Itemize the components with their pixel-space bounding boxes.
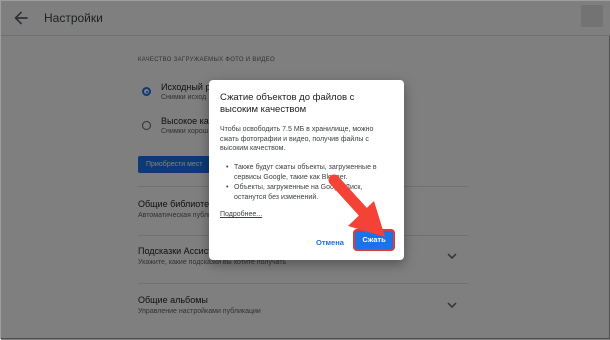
dialog-body: Чтобы освободить 7.5 МБ в хранилище, мож… xyxy=(220,126,374,152)
dialog-bullet: Объекты, загруженные на Google Диск, ост… xyxy=(226,183,391,202)
cancel-button[interactable]: Отмена xyxy=(316,238,344,247)
dialog-title: Сжатие объектов до файлов с высоким каче… xyxy=(220,92,355,115)
screenshot-frame: Настройки КАЧЕСТВО ЗАГРУЖАЕМЫХ ФОТО И ВИ… xyxy=(0,0,610,340)
compress-dialog: Сжатие объектов до файлов с высоким каче… xyxy=(209,80,404,260)
dialog-bullet: Также будут сжаты объекты, загруженные в… xyxy=(226,163,391,182)
compress-button[interactable]: Сжать xyxy=(355,231,393,249)
dialog-bullet-list: Также будут сжаты объекты, загруженные в… xyxy=(226,163,391,203)
learn-more-link[interactable]: Подробнее... xyxy=(220,211,262,218)
